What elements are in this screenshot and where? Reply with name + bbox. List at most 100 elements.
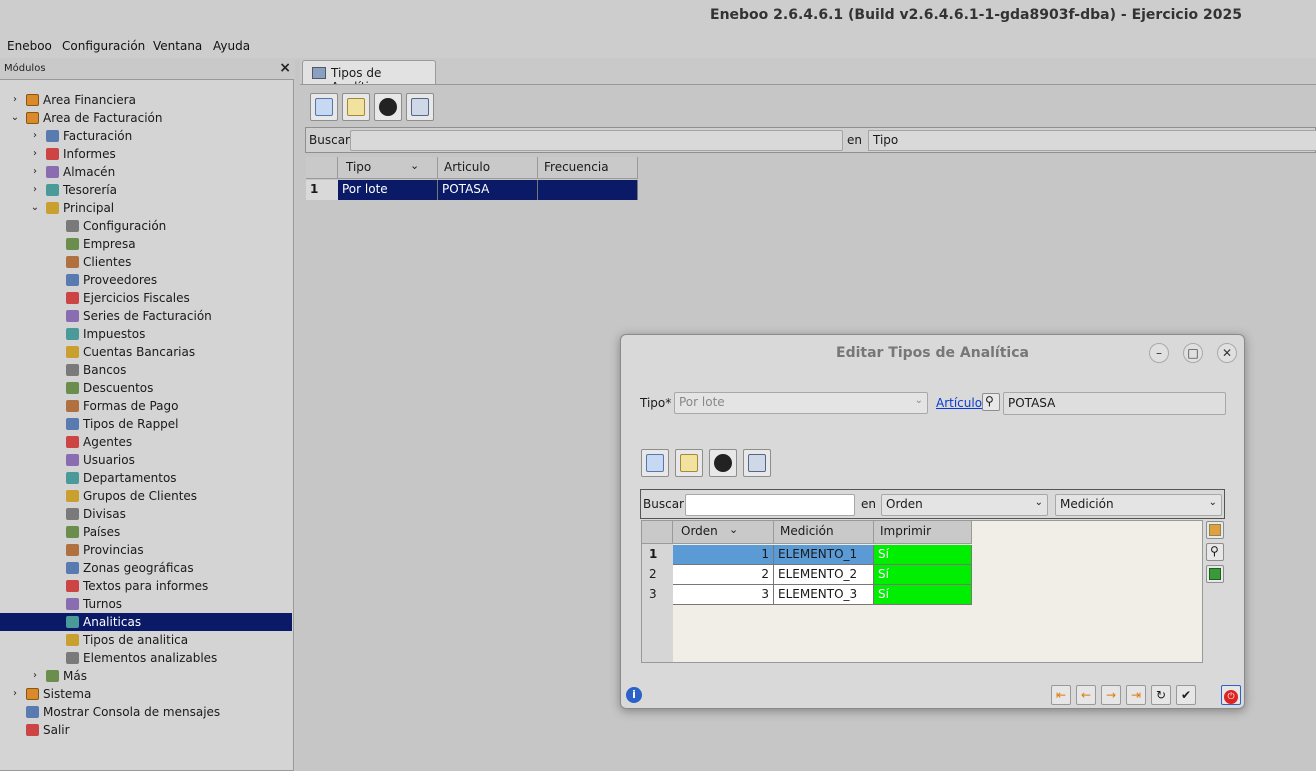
cell-tipo[interactable]: Por lote [338,180,438,200]
tree-item[interactable]: Clientes [0,253,292,271]
new-record-button[interactable] [310,93,338,121]
dialog-view-button[interactable] [743,449,771,477]
tree-item[interactable]: Empresa [0,235,292,253]
menu-configuracion[interactable]: Configuración [62,39,145,53]
view-record-button[interactable] [406,93,434,121]
tree-item[interactable]: Salir [0,721,292,739]
dock-close-button[interactable]: × [279,60,291,76]
chevron-right-icon[interactable]: › [30,181,40,199]
table-search-button[interactable]: ⚲ [1206,543,1224,561]
tree-item[interactable]: Países [0,523,292,541]
chevron-right-icon[interactable]: › [30,163,40,181]
close-button[interactable]: ✕ [1217,343,1237,363]
tree-item[interactable]: › Area Financiera [0,91,292,109]
tree-item[interactable]: › Facturación [0,127,292,145]
menu-ayuda[interactable]: Ayuda [213,39,250,53]
tree-item[interactable]: Agentes [0,433,292,451]
cell-imprimir[interactable]: Sí [874,545,972,565]
tipo-combo[interactable]: Por lote ⌄ [674,392,928,414]
column-header-medicion[interactable]: Medición [774,521,874,544]
articulo-field[interactable]: POTASA [1003,392,1226,415]
table-config-button[interactable] [1206,521,1224,539]
cell-imprimir[interactable]: Sí [874,585,972,605]
delete-record-button[interactable] [374,93,402,121]
tree-item[interactable]: Grupos de Clientes [0,487,292,505]
dialog-delete-button[interactable] [709,449,737,477]
chevron-right-icon[interactable]: › [10,91,20,109]
accept-button[interactable]: ✔ [1176,685,1196,705]
minimize-button[interactable]: – [1149,343,1169,363]
chevron-right-icon[interactable]: › [10,685,20,703]
tree-item[interactable]: Descuentos [0,379,292,397]
tree-item[interactable]: Series de Facturación [0,307,292,325]
cell-medicion[interactable]: ELEMENTO_2 [774,565,874,585]
dialog-search-input[interactable] [685,494,855,516]
chevron-down-icon[interactable]: ⌄ [30,199,40,217]
chevron-right-icon[interactable]: › [30,145,40,163]
tree-item[interactable]: Textos para informes [0,577,292,595]
column-header-frecuencia[interactable]: Frecuencia [538,157,638,179]
tree-item[interactable]: ⌄ Principal [0,199,292,217]
chevron-right-icon[interactable]: › [30,667,40,685]
tree-item[interactable]: Tipos de Rappel [0,415,292,433]
first-record-button[interactable]: ⇤ [1051,685,1071,705]
tree-item[interactable]: › Informes [0,145,292,163]
cell-orden[interactable]: 3 [673,585,774,605]
search-input[interactable] [350,130,843,151]
cell-orden[interactable]: 1 [673,545,774,565]
export-excel-button[interactable] [1206,565,1224,583]
tree-item[interactable]: Departamentos [0,469,292,487]
tree-item[interactable]: Zonas geográficas [0,559,292,577]
tree-item[interactable]: ⌄ Area de Facturación [0,109,292,127]
tree-item[interactable]: Turnos [0,595,292,613]
column-header-articulo[interactable]: Articulo [438,157,538,179]
dialog-new-button[interactable] [641,449,669,477]
cell-orden[interactable]: 2 [673,565,774,585]
tree-item[interactable]: › Sistema [0,685,292,703]
tree-item[interactable]: Impuestos [0,325,292,343]
dialog-search-field2[interactable]: Medición ⌄ [1055,494,1222,516]
menu-ventana[interactable]: Ventana [153,39,202,53]
next-record-button[interactable]: → [1101,685,1121,705]
tree-item[interactable]: Cuentas Bancarias [0,343,292,361]
cell-frecuencia[interactable] [538,180,638,200]
column-header-imprimir[interactable]: Imprimir [874,521,972,544]
tab-tipos-analitica[interactable]: Tipos de Analítica [302,60,436,94]
cancel-close-button[interactable]: ⏻ [1221,685,1241,705]
tree-item[interactable]: Mostrar Consola de mensajes [0,703,292,721]
articulo-link[interactable]: Artículo [936,396,982,410]
chevron-right-icon[interactable]: › [30,127,40,145]
cell-articulo[interactable]: POTASA [438,180,538,200]
maximize-button[interactable]: □ [1183,343,1203,363]
tree-item[interactable]: Elementos analizables [0,649,292,667]
refresh-button[interactable]: ↻ [1151,685,1171,705]
tree-item[interactable]: Formas de Pago [0,397,292,415]
column-header-orden[interactable]: Orden ⌄ [673,521,774,544]
tree-item[interactable]: Divisas [0,505,292,523]
last-record-button[interactable]: ⇥ [1126,685,1146,705]
tree-item[interactable]: Provincias [0,541,292,559]
dialog-edit-button[interactable] [675,449,703,477]
info-icon[interactable]: i [626,687,642,703]
menu-eneboo[interactable]: Eneboo [7,39,52,53]
tree-item[interactable]: Usuarios [0,451,292,469]
cell-imprimir[interactable]: Sí [874,565,972,585]
tree-item[interactable]: › Tesorería [0,181,292,199]
chevron-down-icon[interactable]: ⌄ [10,109,20,127]
tree-item[interactable]: Tipos de analitica [0,631,292,649]
cell-medicion[interactable]: ELEMENTO_3 [774,585,874,605]
column-header-tipo[interactable]: Tipo ⌄ [338,157,438,179]
edit-record-button[interactable] [342,93,370,121]
tree-item[interactable]: Configuración [0,217,292,235]
previous-record-button[interactable]: ← [1076,685,1096,705]
cell-medicion[interactable]: ELEMENTO_1 [774,545,874,565]
tree-item[interactable]: › Almacén [0,163,292,181]
tree-item[interactable]: Proveedores [0,271,292,289]
search-articulo-button[interactable]: ⚲ [982,393,1000,411]
tree-item[interactable]: Bancos [0,361,292,379]
tree-item[interactable]: Analiticas [0,613,292,631]
dialog-search-field[interactable]: Orden ⌄ [881,494,1048,516]
tree-item[interactable]: › Más [0,667,292,685]
search-field-select[interactable]: Tipo [868,130,1316,151]
tree-item[interactable]: Ejercicios Fiscales [0,289,292,307]
